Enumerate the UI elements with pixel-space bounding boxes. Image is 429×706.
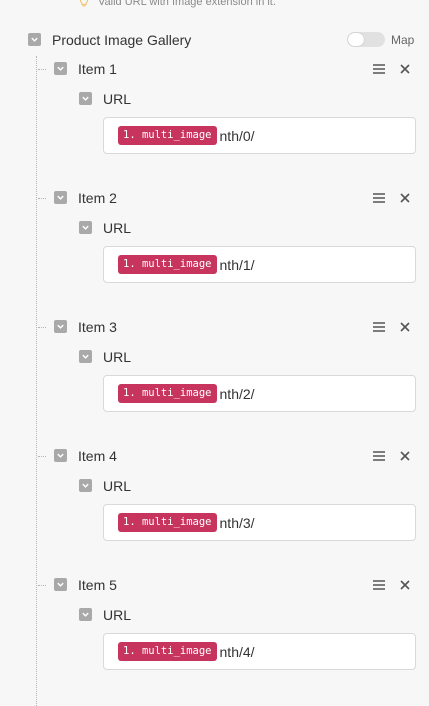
chevron-down-icon <box>57 324 64 329</box>
url-label: URL <box>103 91 132 107</box>
url-checkbox[interactable] <box>79 92 92 105</box>
url-label: URL <box>103 607 132 623</box>
menu-icon[interactable] <box>373 64 385 74</box>
item-label: Item 3 <box>78 319 117 335</box>
gallery-checkbox[interactable] <box>28 33 41 46</box>
map-label: Map <box>391 33 415 47</box>
menu-icon[interactable] <box>373 580 385 590</box>
menu-icon[interactable] <box>373 451 385 461</box>
chevron-down-icon <box>57 582 64 587</box>
item-checkbox[interactable] <box>54 578 67 591</box>
url-input[interactable]: 1. multi_image nth/2/ <box>103 375 416 412</box>
item-label: Item 2 <box>78 190 117 206</box>
close-icon[interactable] <box>400 193 410 203</box>
chevron-down-icon <box>82 612 89 617</box>
tree-connector <box>38 585 46 586</box>
tree-connector <box>38 327 46 328</box>
variable-token[interactable]: 1. multi_image <box>118 384 217 403</box>
hint-text: Valid URL with Image extension in it. <box>98 0 276 8</box>
item-label: Item 4 <box>78 448 117 464</box>
tree-connector <box>38 456 46 457</box>
chevron-down-icon <box>82 354 89 359</box>
chevron-down-icon <box>57 66 64 71</box>
variable-token[interactable]: 1. multi_image <box>118 126 217 145</box>
url-label: URL <box>103 349 132 365</box>
item-label: Item 1 <box>78 61 117 77</box>
close-icon[interactable] <box>400 64 410 74</box>
chevron-down-icon <box>82 225 89 230</box>
url-path-text: nth/0/ <box>219 127 255 144</box>
close-icon[interactable] <box>400 451 410 461</box>
url-checkbox[interactable] <box>79 221 92 234</box>
gallery-label: Product Image Gallery <box>52 32 192 48</box>
url-path-text: nth/3/ <box>219 514 255 531</box>
item-checkbox[interactable] <box>54 320 67 333</box>
item-checkbox[interactable] <box>54 449 67 462</box>
url-checkbox[interactable] <box>79 479 92 492</box>
url-input[interactable]: 1. multi_image nth/3/ <box>103 504 416 541</box>
item-checkbox[interactable] <box>54 191 67 204</box>
url-checkbox[interactable] <box>79 608 92 621</box>
hint-row: Valid URL with Image extension in it. <box>78 0 276 9</box>
item-label: Item 5 <box>78 577 117 593</box>
close-icon[interactable] <box>400 322 410 332</box>
tree-guide-line <box>36 56 37 706</box>
url-checkbox[interactable] <box>79 350 92 363</box>
url-label: URL <box>103 220 132 236</box>
chevron-down-icon <box>82 96 89 101</box>
tree-connector <box>38 198 46 199</box>
url-input[interactable]: 1. multi_image nth/1/ <box>103 246 416 283</box>
menu-icon[interactable] <box>373 322 385 332</box>
url-input[interactable]: 1. multi_image nth/0/ <box>103 117 416 154</box>
variable-token[interactable]: 1. multi_image <box>118 642 217 661</box>
map-toggle[interactable] <box>347 32 385 47</box>
item-checkbox[interactable] <box>54 62 67 75</box>
chevron-down-icon <box>82 483 89 488</box>
menu-icon[interactable] <box>373 193 385 203</box>
map-toggle-knob <box>348 33 364 46</box>
chevron-down-icon <box>31 37 38 42</box>
lightbulb-icon <box>79 0 89 7</box>
url-path-text: nth/4/ <box>219 643 255 660</box>
variable-token[interactable]: 1. multi_image <box>118 513 217 532</box>
url-path-text: nth/2/ <box>219 385 255 402</box>
url-input[interactable]: 1. multi_image nth/4/ <box>103 633 416 670</box>
chevron-down-icon <box>57 453 64 458</box>
tree-connector <box>38 69 46 70</box>
url-path-text: nth/1/ <box>219 256 255 273</box>
url-label: URL <box>103 478 132 494</box>
close-icon[interactable] <box>400 580 410 590</box>
chevron-down-icon <box>57 195 64 200</box>
variable-token[interactable]: 1. multi_image <box>118 255 217 274</box>
